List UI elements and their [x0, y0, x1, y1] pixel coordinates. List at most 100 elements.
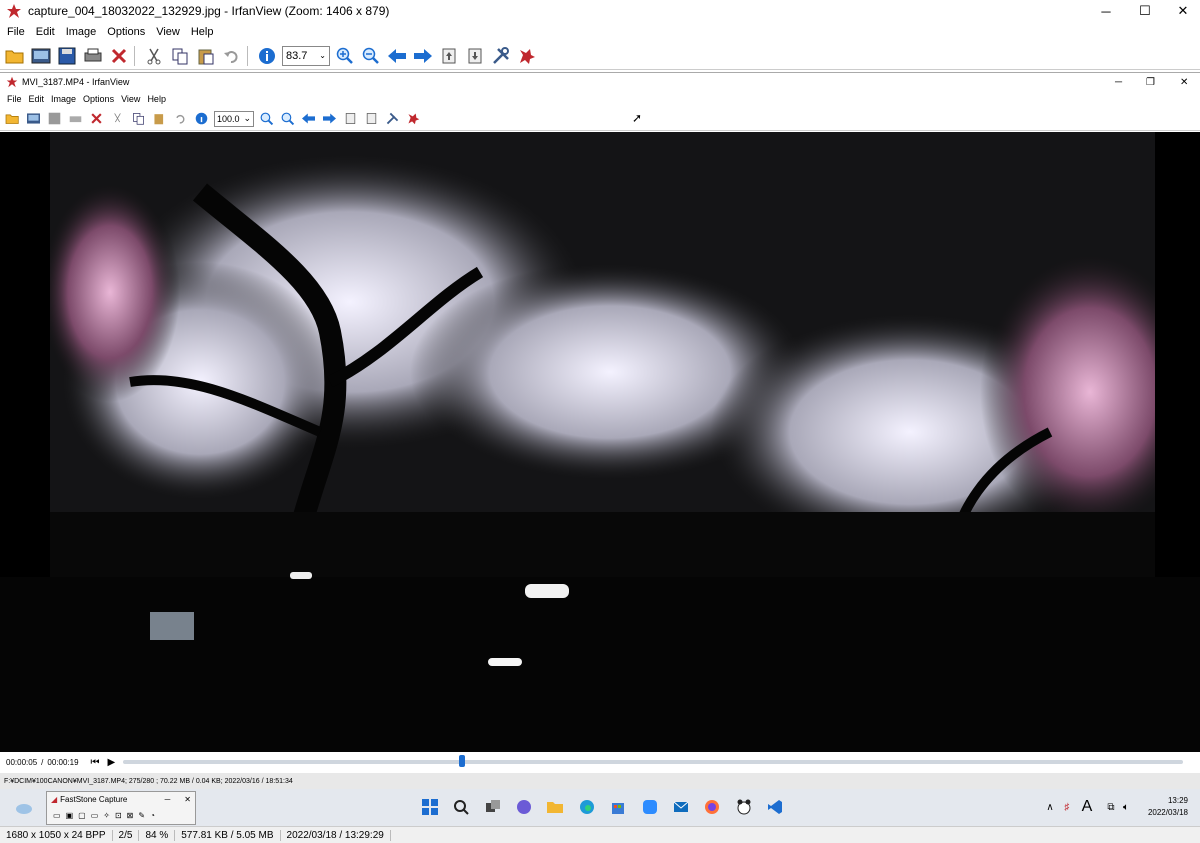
menu-view[interactable]: View — [156, 26, 180, 38]
outer-toolbar: 83.7 ⌄ — [0, 42, 1200, 70]
inner-toolbar: 100.0 ⌄ ➚ — [0, 107, 1200, 131]
last-page-icon[interactable] — [464, 45, 486, 67]
zoom-in-icon[interactable] — [258, 110, 275, 127]
inner-status-line: F:¥DCIM¥100CANON¥MVI_3187.MP4; 275/280 ;… — [0, 773, 1200, 789]
thumbnails-icon[interactable] — [25, 110, 42, 127]
zoom-out-icon[interactable] — [279, 110, 296, 127]
delete-icon[interactable] — [88, 110, 105, 127]
video-total-time: 00:00:19 — [47, 757, 79, 767]
firefox-icon[interactable] — [702, 797, 722, 817]
first-page-icon[interactable] — [342, 110, 359, 127]
menu-file[interactable]: File — [7, 26, 25, 38]
vscode-icon[interactable] — [765, 797, 785, 817]
copy-icon[interactable] — [169, 45, 191, 67]
menu-help[interactable]: Help — [191, 26, 214, 38]
first-page-icon[interactable] — [438, 45, 460, 67]
settings-tools-icon[interactable] — [384, 110, 401, 127]
irfanview-outer-window: capture_004_18032022_132929.jpg - IrfanV… — [0, 0, 1200, 843]
menu-image[interactable]: Image — [66, 26, 97, 38]
windows-start-icon[interactable] — [420, 797, 440, 817]
menu-image[interactable]: Image — [51, 94, 76, 104]
irfanview-logo-icon[interactable] — [516, 45, 538, 67]
faststone-minimize-button[interactable]: ─ — [165, 795, 171, 804]
capture-object-icon[interactable]: ▣ — [66, 811, 74, 820]
copy-icon[interactable] — [130, 110, 147, 127]
capture-region-icon[interactable]: ▢ — [78, 811, 86, 820]
delete-icon[interactable] — [108, 45, 130, 67]
capture-fullscreen-icon[interactable]: ▭ — [91, 811, 99, 820]
save-icon[interactable] — [56, 45, 78, 67]
capture-scroll-icon[interactable]: ⊠ — [127, 811, 134, 820]
previous-arrow-icon[interactable] — [300, 110, 317, 127]
thumbnails-icon[interactable] — [30, 45, 52, 67]
settings-tools-icon[interactable] — [490, 45, 512, 67]
inner-close-button[interactable]: ✕ — [1180, 77, 1188, 88]
toolbar-separator — [247, 45, 248, 66]
paste-icon[interactable] — [195, 45, 217, 67]
menu-options[interactable]: Options — [107, 26, 145, 38]
play-icon[interactable]: ▶ — [108, 757, 116, 768]
zoom-combobox[interactable]: 83.7 ⌄ — [282, 45, 330, 66]
status-size: 577.81 KB / 5.05 MB — [175, 829, 281, 841]
teams-chat-icon[interactable] — [514, 797, 534, 817]
zoom-app-icon[interactable] — [640, 797, 660, 817]
open-folder-icon[interactable] — [4, 45, 26, 67]
inner-restore-button[interactable]: ❐ — [1146, 77, 1155, 88]
undo-icon[interactable] — [221, 45, 243, 67]
ground-light — [488, 658, 522, 666]
menu-edit[interactable]: Edit — [29, 94, 45, 104]
mouse-cursor-icon: ➚ — [632, 111, 643, 125]
search-icon[interactable] — [451, 797, 471, 817]
zoom-combobox[interactable]: 100.0 ⌄ — [214, 110, 254, 127]
tray-app-icon[interactable]: ♯ — [1057, 797, 1077, 817]
undo-icon[interactable] — [172, 110, 189, 127]
inner-minimize-button[interactable]: ─ — [1115, 77, 1122, 88]
menu-view[interactable]: View — [121, 94, 140, 104]
info-icon[interactable] — [193, 110, 210, 127]
video-seek-track[interactable] — [123, 755, 1184, 767]
open-folder-icon[interactable] — [4, 110, 21, 127]
zoom-value: 100.0 — [217, 113, 240, 124]
microsoft-store-icon[interactable] — [608, 797, 628, 817]
irfanview-logo-icon[interactable] — [405, 110, 422, 127]
capture-info-icon[interactable]: ◔ — [150, 811, 155, 820]
capture-freehand-icon[interactable]: ✧ — [103, 811, 110, 820]
skip-back-icon[interactable]: ⏮ — [91, 757, 100, 768]
menu-edit[interactable]: Edit — [36, 26, 55, 38]
menu-options[interactable]: Options — [83, 94, 114, 104]
cut-icon[interactable] — [143, 45, 165, 67]
zoom-out-icon[interactable] — [360, 45, 382, 67]
video-viewer[interactable] — [0, 132, 1200, 752]
irfanview-app-icon — [7, 4, 21, 18]
volume-icon[interactable]: 🔈︎ — [1116, 797, 1136, 817]
save-icon[interactable] — [46, 110, 63, 127]
paste-icon[interactable] — [151, 110, 168, 127]
menu-help[interactable]: Help — [147, 94, 166, 104]
capture-settings-icon[interactable]: ✎ — [138, 811, 145, 820]
last-page-icon[interactable] — [363, 110, 380, 127]
info-icon[interactable] — [256, 45, 278, 67]
next-arrow-icon[interactable] — [321, 110, 338, 127]
previous-arrow-icon[interactable] — [386, 45, 408, 67]
close-button[interactable]: ✕ — [1160, 0, 1200, 22]
task-view-icon[interactable] — [483, 797, 503, 817]
ime-indicator[interactable]: A — [1077, 797, 1097, 817]
mail-icon[interactable] — [671, 797, 691, 817]
video-seek-thumb[interactable] — [459, 755, 466, 767]
menu-file[interactable]: File — [7, 94, 22, 104]
taskbar-clock[interactable]: 13:29 2022/03/18 — [1148, 795, 1188, 819]
inner-titlebar: MVI_3187.MP4 - IrfanView ─ ❐ ✕ — [0, 73, 1200, 91]
capture-window-icon[interactable]: ▭ — [53, 811, 61, 820]
status-dimensions: 1680 x 1050 x 24 BPP — [0, 829, 113, 841]
zoom-in-icon[interactable] — [334, 45, 356, 67]
faststone-close-button[interactable]: ✕ — [184, 795, 191, 804]
capture-fixed-region-icon[interactable]: ⊡ — [115, 811, 122, 820]
next-arrow-icon[interactable] — [412, 45, 434, 67]
print-icon[interactable] — [67, 110, 84, 127]
panda-app-icon[interactable] — [734, 797, 754, 817]
edge-browser-icon[interactable] — [577, 797, 597, 817]
print-icon[interactable] — [82, 45, 104, 67]
cut-icon[interactable] — [109, 110, 126, 127]
weather-widget-icon[interactable] — [14, 797, 34, 817]
file-explorer-icon[interactable] — [545, 797, 565, 817]
